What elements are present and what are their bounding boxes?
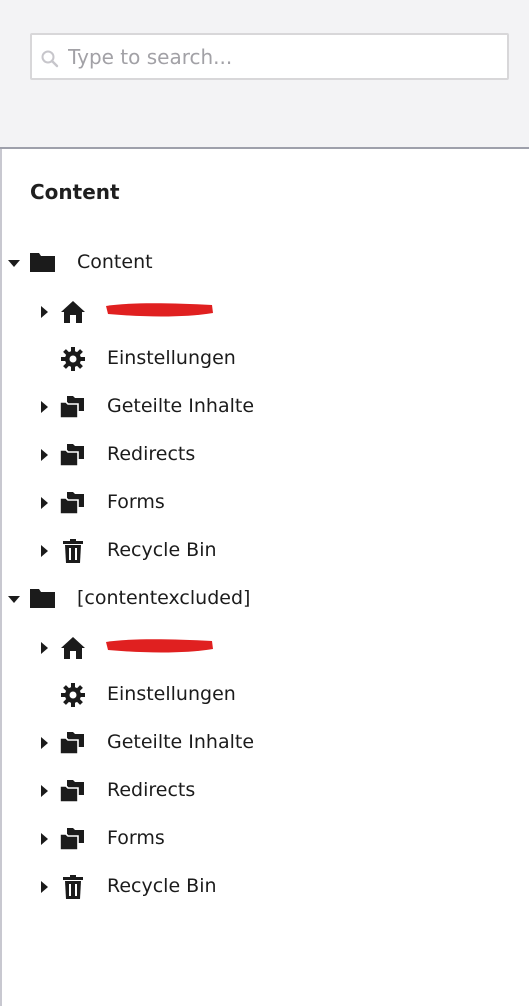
tree-node-settings[interactable]: Einstellungen [0, 673, 529, 717]
tree-node-label: Einstellungen [107, 347, 236, 369]
tree-node-recycle-bin[interactable]: Recycle Bin [0, 865, 529, 909]
tree-node-label: Geteilte Inhalte [107, 731, 255, 753]
caret-right-icon[interactable] [37, 880, 51, 894]
tree-node-label: Geteilte Inhalte [107, 395, 255, 417]
tree-node-shared[interactable]: Geteilte Inhalte [0, 385, 529, 429]
folders-icon [59, 732, 84, 755]
tree-node-contentexcluded[interactable]: [contentexcluded] [0, 577, 529, 621]
trash-icon [63, 875, 83, 899]
folders-icon [59, 396, 84, 419]
tree-node-label: Recycle Bin [107, 875, 217, 897]
tree-node-redirects[interactable]: Redirects [0, 433, 529, 477]
caret-down-icon[interactable] [7, 256, 21, 270]
caret-right-icon[interactable] [37, 736, 51, 750]
tree-node-label: Recycle Bin [107, 539, 217, 561]
trash-icon [63, 539, 83, 563]
folders-icon [59, 492, 84, 515]
tree-node-forms[interactable]: Forms [0, 481, 529, 525]
folder-icon [30, 589, 55, 608]
tree-node-home[interactable] [0, 290, 529, 334]
section-title: Content [30, 180, 120, 204]
tree-node-label: Forms [107, 491, 165, 513]
tree-node-label: [contentexcluded] [77, 587, 251, 609]
tree-node-redirects[interactable]: Redirects [0, 769, 529, 813]
folders-icon [59, 828, 84, 851]
tree-node-shared[interactable]: Geteilte Inhalte [0, 721, 529, 765]
caret-right-icon[interactable] [37, 448, 51, 462]
tree-node-label: Redirects [107, 779, 196, 801]
caret-right-icon[interactable] [37, 784, 51, 798]
tree-node-forms[interactable]: Forms [0, 817, 529, 861]
folder-icon [30, 253, 55, 272]
caret-down-icon[interactable] [7, 592, 21, 606]
home-icon [61, 637, 85, 659]
caret-right-icon[interactable] [37, 400, 51, 414]
search-panel [0, 0, 529, 149]
tree-node-settings[interactable]: Einstellungen [0, 337, 529, 381]
tree-node-label: Redirects [107, 443, 196, 465]
tree-node-content[interactable]: Content [0, 241, 529, 285]
gear-icon [61, 347, 85, 371]
caret-right-icon[interactable] [37, 305, 51, 319]
redaction-mark [106, 639, 213, 653]
caret-right-icon[interactable] [37, 544, 51, 558]
folders-icon [59, 780, 84, 803]
tree-node-label: Forms [107, 827, 165, 849]
search-box[interactable] [30, 33, 509, 80]
tree-node-home[interactable] [0, 626, 529, 670]
tree-node-label: Content [77, 251, 153, 273]
redaction-mark [106, 303, 213, 317]
folders-icon [59, 444, 84, 467]
caret-right-icon[interactable] [37, 496, 51, 510]
search-input[interactable] [68, 35, 498, 78]
caret-right-icon[interactable] [37, 641, 51, 655]
search-icon [41, 50, 59, 68]
caret-right-icon[interactable] [37, 832, 51, 846]
gear-icon [61, 683, 85, 707]
tree-node-recycle-bin[interactable]: Recycle Bin [0, 529, 529, 573]
home-icon [61, 301, 85, 323]
tree-node-label: Einstellungen [107, 683, 236, 705]
